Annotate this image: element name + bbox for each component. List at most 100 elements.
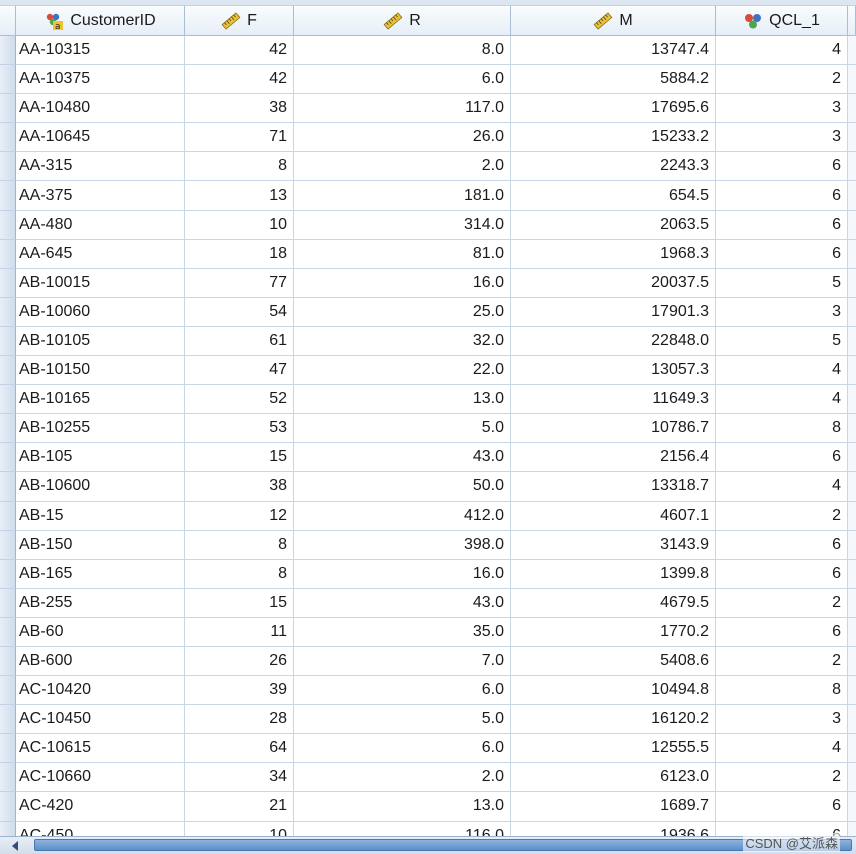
cell-r[interactable]: 412.0 bbox=[294, 501, 511, 531]
cell-next-column[interactable] bbox=[848, 705, 856, 735]
row-header[interactable] bbox=[0, 36, 16, 66]
cell-qcl-1[interactable]: 6 bbox=[716, 181, 848, 211]
cell-m[interactable]: 22848.0 bbox=[511, 326, 716, 357]
cell-next-column[interactable] bbox=[848, 501, 856, 531]
cell-f[interactable]: 8 bbox=[185, 559, 294, 589]
cell-f[interactable]: 64 bbox=[185, 734, 294, 764]
cell-next-column[interactable] bbox=[848, 210, 856, 240]
cell-customer-id[interactable]: AB-105 bbox=[16, 443, 185, 473]
cell-next-column[interactable] bbox=[848, 356, 856, 386]
cell-m[interactable]: 2156.4 bbox=[511, 443, 716, 473]
row-header[interactable] bbox=[0, 152, 16, 182]
cell-f[interactable]: 10 bbox=[185, 210, 294, 240]
cell-f[interactable]: 13 bbox=[185, 181, 294, 211]
cell-m[interactable]: 2063.5 bbox=[511, 210, 716, 240]
cell-customer-id[interactable]: AC-10420 bbox=[16, 676, 185, 706]
cell-next-column[interactable] bbox=[848, 326, 856, 357]
cell-r[interactable]: 181.0 bbox=[294, 181, 511, 211]
cell-qcl-1[interactable]: 2 bbox=[716, 646, 848, 677]
cell-next-column[interactable] bbox=[848, 646, 856, 677]
cell-next-column[interactable] bbox=[848, 385, 856, 415]
row-header[interactable] bbox=[0, 617, 16, 647]
cell-m[interactable]: 2243.3 bbox=[511, 152, 716, 182]
cell-m[interactable]: 20037.5 bbox=[511, 268, 716, 298]
cell-r[interactable]: 7.0 bbox=[294, 646, 511, 677]
cell-f[interactable]: 39 bbox=[185, 676, 294, 706]
row-header[interactable] bbox=[0, 676, 16, 706]
cell-f[interactable]: 8 bbox=[185, 530, 294, 560]
row-header[interactable] bbox=[0, 705, 16, 735]
horizontal-scrollbar[interactable] bbox=[0, 836, 856, 854]
row-header[interactable] bbox=[0, 472, 16, 502]
cell-r[interactable]: 26.0 bbox=[294, 123, 511, 153]
cell-next-column[interactable] bbox=[848, 559, 856, 589]
cell-customer-id[interactable]: AB-10600 bbox=[16, 472, 185, 502]
cell-next-column[interactable] bbox=[848, 763, 856, 793]
cell-r[interactable]: 13.0 bbox=[294, 792, 511, 822]
cell-customer-id[interactable]: AB-10150 bbox=[16, 356, 185, 386]
cell-qcl-1[interactable]: 6 bbox=[716, 239, 848, 269]
cell-r[interactable]: 6.0 bbox=[294, 676, 511, 706]
cell-f[interactable]: 61 bbox=[185, 326, 294, 357]
scrollbar-thumb[interactable] bbox=[34, 839, 852, 851]
cell-qcl-1[interactable]: 4 bbox=[716, 734, 848, 764]
cell-qcl-1[interactable]: 3 bbox=[716, 94, 848, 124]
row-header[interactable] bbox=[0, 559, 16, 589]
cell-qcl-1[interactable]: 2 bbox=[716, 501, 848, 531]
cell-r[interactable]: 5.0 bbox=[294, 414, 511, 444]
cell-r[interactable]: 43.0 bbox=[294, 443, 511, 473]
cell-next-column[interactable] bbox=[848, 239, 856, 269]
cell-m[interactable]: 1399.8 bbox=[511, 559, 716, 589]
row-header[interactable] bbox=[0, 210, 16, 240]
row-header[interactable] bbox=[0, 734, 16, 764]
cell-customer-id[interactable]: AC-10450 bbox=[16, 705, 185, 735]
cell-next-column[interactable] bbox=[848, 676, 856, 706]
cell-customer-id[interactable]: AB-15 bbox=[16, 501, 185, 531]
cell-customer-id[interactable]: AA-375 bbox=[16, 181, 185, 211]
cell-m[interactable]: 1689.7 bbox=[511, 792, 716, 822]
cell-m[interactable]: 654.5 bbox=[511, 181, 716, 211]
cell-customer-id[interactable]: AB-60 bbox=[16, 617, 185, 647]
cell-r[interactable]: 25.0 bbox=[294, 297, 511, 327]
cell-m[interactable]: 5408.6 bbox=[511, 646, 716, 677]
cell-r[interactable]: 35.0 bbox=[294, 617, 511, 647]
row-header[interactable] bbox=[0, 763, 16, 793]
cell-qcl-1[interactable]: 4 bbox=[716, 472, 848, 502]
cell-qcl-1[interactable]: 6 bbox=[716, 210, 848, 240]
cell-f[interactable]: 42 bbox=[185, 36, 294, 66]
cell-m[interactable]: 11649.3 bbox=[511, 385, 716, 415]
cell-customer-id[interactable]: AB-10165 bbox=[16, 385, 185, 415]
cell-customer-id[interactable]: AA-315 bbox=[16, 152, 185, 182]
cell-m[interactable]: 3143.9 bbox=[511, 530, 716, 560]
cell-m[interactable]: 16120.2 bbox=[511, 705, 716, 735]
cell-qcl-1[interactable]: 6 bbox=[716, 443, 848, 473]
cell-f[interactable]: 26 bbox=[185, 646, 294, 677]
cell-qcl-1[interactable]: 4 bbox=[716, 356, 848, 386]
cell-f[interactable]: 15 bbox=[185, 588, 294, 618]
cell-qcl-1[interactable]: 8 bbox=[716, 676, 848, 706]
cell-f[interactable]: 42 bbox=[185, 65, 294, 95]
cell-m[interactable]: 5884.2 bbox=[511, 65, 716, 95]
cell-f[interactable]: 34 bbox=[185, 763, 294, 793]
cell-r[interactable]: 314.0 bbox=[294, 210, 511, 240]
cell-qcl-1[interactable]: 5 bbox=[716, 268, 848, 298]
column-header-m[interactable]: M bbox=[511, 5, 716, 36]
column-header-f[interactable]: F bbox=[185, 5, 294, 36]
cell-m[interactable]: 13057.3 bbox=[511, 356, 716, 386]
cell-next-column[interactable] bbox=[848, 297, 856, 327]
row-header[interactable] bbox=[0, 385, 16, 415]
cell-f[interactable]: 53 bbox=[185, 414, 294, 444]
cell-customer-id[interactable]: AA-10480 bbox=[16, 94, 185, 124]
cell-customer-id[interactable]: AA-10645 bbox=[16, 123, 185, 153]
cell-f[interactable]: 8 bbox=[185, 152, 294, 182]
cell-r[interactable]: 16.0 bbox=[294, 559, 511, 589]
cell-r[interactable]: 2.0 bbox=[294, 152, 511, 182]
cell-customer-id[interactable]: AB-150 bbox=[16, 530, 185, 560]
corner-cell[interactable] bbox=[0, 5, 16, 36]
cell-qcl-1[interactable]: 4 bbox=[716, 385, 848, 415]
cell-r[interactable]: 32.0 bbox=[294, 326, 511, 357]
row-header[interactable] bbox=[0, 501, 16, 531]
row-header[interactable] bbox=[0, 65, 16, 95]
cell-qcl-1[interactable]: 8 bbox=[716, 414, 848, 444]
cell-qcl-1[interactable]: 5 bbox=[716, 326, 848, 357]
